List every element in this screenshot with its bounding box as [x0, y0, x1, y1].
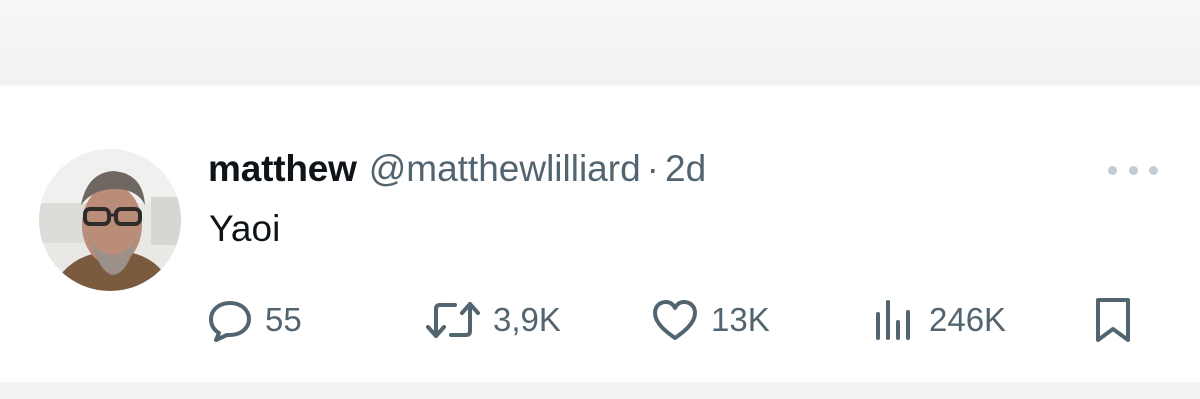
separator-dot: ·: [646, 148, 659, 189]
retweet-icon: [424, 296, 482, 344]
user-handle[interactable]: @matthewlilliard: [369, 148, 641, 190]
retweet-button[interactable]: 3,9K: [424, 290, 561, 350]
timestamp[interactable]: 2d: [665, 148, 706, 190]
bar-chart-icon: [870, 296, 918, 344]
reply-button[interactable]: 55: [206, 290, 302, 350]
like-button[interactable]: 13K: [650, 290, 770, 350]
retweet-count: 3,9K: [493, 301, 561, 338]
bottom-background-band: [0, 382, 1200, 399]
avatar[interactable]: [39, 149, 181, 291]
top-background-band: [0, 0, 1200, 84]
views-count: 246K: [929, 301, 1007, 338]
comment-bubble-icon: [206, 296, 254, 344]
tweet-text: Yaoi: [209, 208, 281, 249]
display-name[interactable]: matthew: [208, 148, 357, 190]
tweet-card[interactable]: matthew @matthewlilliard · 2d Yaoi 55 3,…: [0, 86, 1200, 382]
avatar-photo: [39, 149, 181, 291]
bookmark-icon: [1090, 295, 1136, 345]
tweet-header: matthew @matthewlilliard · 2d: [208, 148, 706, 196]
heart-icon: [650, 296, 700, 344]
bookmark-button[interactable]: [1090, 290, 1136, 350]
like-count: 13K: [711, 301, 770, 338]
more-dots-icon[interactable]: [1108, 158, 1158, 182]
reply-count: 55: [265, 301, 302, 338]
views-button[interactable]: 246K: [870, 290, 1006, 350]
